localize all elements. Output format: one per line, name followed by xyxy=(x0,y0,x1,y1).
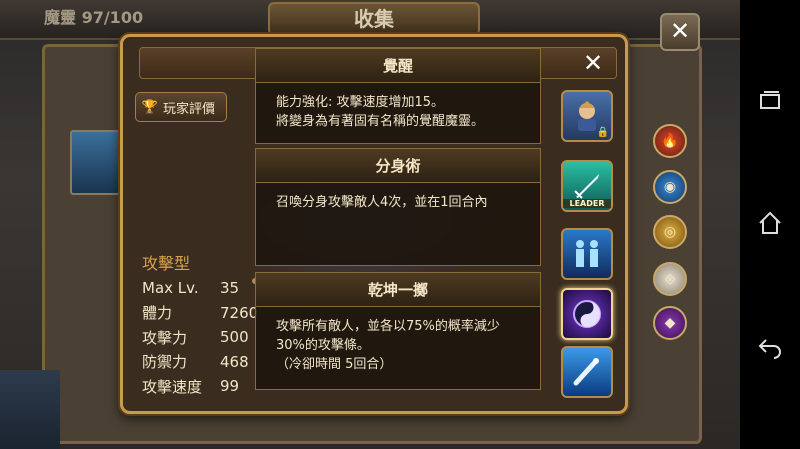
player-rating-button[interactable]: 🏆 玩家評價 xyxy=(135,92,227,122)
recent-apps-icon[interactable] xyxy=(754,86,786,118)
dark-element-icon[interactable]: ◆ xyxy=(653,306,687,340)
lock-icon: 🔒 xyxy=(596,127,609,138)
stat-label: 體力 xyxy=(142,304,173,323)
stat-value: 7260 xyxy=(220,303,259,322)
water-element-icon[interactable]: ◉ xyxy=(653,170,687,204)
back-icon[interactable] xyxy=(754,332,786,364)
stat-label: 攻擊力 xyxy=(142,328,188,347)
stat-label: 防禦力 xyxy=(142,353,188,372)
stat-value: 500 xyxy=(220,328,249,347)
monster-type: 攻擊型 xyxy=(142,254,191,273)
awaken-portrait-icon[interactable]: 🔒 xyxy=(561,90,613,142)
stat-row: 攻擊力 500 xyxy=(142,325,262,350)
skill-description: 攻擊所有敵人，並各以75%的概率減少30%的攻擊條。 （冷卻時間 5回合） xyxy=(276,319,500,372)
home-icon[interactable] xyxy=(754,209,786,241)
collection-title: 收集 xyxy=(268,2,480,36)
monster-card[interactable] xyxy=(70,130,120,195)
player-rating-label: 玩家評價 xyxy=(163,101,216,117)
stat-value: 35 xyxy=(220,279,240,298)
leader-badge: LEADER xyxy=(563,199,611,208)
clone-figures-icon[interactable] xyxy=(561,228,613,280)
stat-row: Max Lv. 35 xyxy=(142,276,262,301)
wind-element-icon[interactable]: ◎ xyxy=(653,215,687,249)
skill-popup-awaken: 覺醒 能力強化: 攻擊速度增加15。 將變身為有著固有名稱的覺醒魔靈。 xyxy=(255,48,541,144)
skill-description: 能力強化: 攻擊速度增加15。 將變身為有著固有名稱的覺醒魔靈。 xyxy=(276,95,485,129)
skill-popup-strike: 乾坤一擲 攻擊所有敵人，並各以75%的概率減少30%的攻擊條。 （冷卻時間 5回… xyxy=(255,272,541,390)
yin-yang-icon[interactable] xyxy=(561,288,613,340)
system-nav-bar xyxy=(740,0,800,449)
monster-counter: 魔靈 97/100 xyxy=(44,8,144,27)
left-hud xyxy=(0,370,60,449)
stat-value: 468 xyxy=(220,352,249,371)
stat-value: 99 xyxy=(220,377,240,396)
stat-row: 體力 7260 xyxy=(142,301,262,326)
trophy-icon: 🏆 xyxy=(141,99,159,115)
stat-row: 攻擊速度 99 xyxy=(142,374,262,399)
stat-label: Max Lv. xyxy=(142,279,199,298)
light-element-icon[interactable]: ◇ xyxy=(653,262,687,296)
skill-title: 覺醒 xyxy=(256,49,540,83)
fire-element-icon[interactable]: 🔥 xyxy=(653,124,687,158)
sword-leader-icon[interactable]: LEADER xyxy=(561,160,613,212)
skill-popup-clone: 分身術 召喚分身攻擊敵人4次，並在1回合內 xyxy=(255,148,541,266)
close-button[interactable]: ✕ xyxy=(576,48,610,78)
stat-label: 攻擊速度 xyxy=(142,377,203,396)
skill-description: 召喚分身攻擊敵人4次，並在1回合內 xyxy=(276,195,488,210)
staff-strike-icon[interactable] xyxy=(561,346,613,398)
skill-title: 分身術 xyxy=(256,149,540,183)
monster-stats: 攻擊型 Max Lv. 35 體力 7260 攻擊力 500 防禦力 468 攻… xyxy=(142,250,262,399)
background-close-button[interactable]: ✕ xyxy=(660,13,700,51)
skill-title: 乾坤一擲 xyxy=(256,273,540,307)
stat-row: 防禦力 468 xyxy=(142,350,262,375)
